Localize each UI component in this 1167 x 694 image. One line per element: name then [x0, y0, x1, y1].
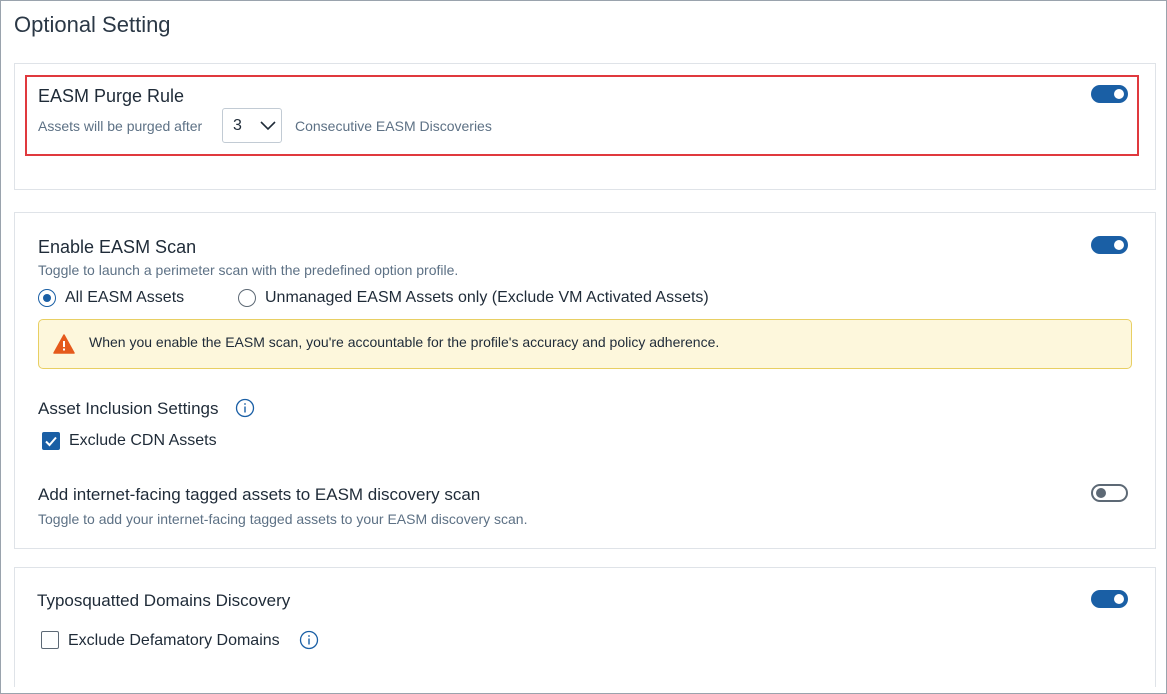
radio-button[interactable]: [38, 289, 56, 307]
typosquatted-card: [14, 567, 1156, 687]
exclude-defamatory-checkbox[interactable]: [41, 631, 59, 649]
typosquatted-toggle[interactable]: [1091, 590, 1128, 608]
page-title: Optional Setting: [14, 12, 171, 37]
purge-rule-highlight: [25, 75, 1139, 156]
info-circle-icon[interactable]: [299, 630, 319, 650]
radio-unmanaged-easm-assets[interactable]: Unmanaged EASM Assets only (Exclude VM A…: [238, 288, 709, 308]
radio-label: Unmanaged EASM Assets only (Exclude VM A…: [265, 289, 709, 306]
asset-inclusion-title: Asset Inclusion Settings: [38, 399, 219, 418]
purge-suffix-label: Consecutive EASM Discoveries: [295, 118, 492, 134]
internet-facing-toggle[interactable]: [1091, 484, 1128, 502]
easm-scan-description: Toggle to launch a perimeter scan with t…: [38, 262, 459, 278]
internet-facing-title: Add internet-facing tagged assets to EAS…: [38, 485, 481, 504]
toggle-knob: [1114, 89, 1124, 99]
purge-count-value: 3: [233, 117, 242, 134]
exclude-cdn-checkbox[interactable]: [42, 432, 60, 450]
warning-banner: When you enable the EASM scan, you're ac…: [38, 319, 1132, 369]
radio-button[interactable]: [238, 289, 256, 307]
toggle-knob: [1114, 240, 1124, 250]
purge-count-select[interactable]: 3: [222, 108, 282, 143]
typosquatted-title: Typosquatted Domains Discovery: [37, 591, 291, 610]
warning-triangle-icon: [53, 334, 75, 354]
warning-text: When you enable the EASM scan, you're ac…: [89, 334, 720, 350]
exclude-cdn-label: Exclude CDN Assets: [69, 432, 217, 449]
radio-all-easm-assets[interactable]: All EASM Assets: [38, 288, 184, 308]
easm-scan-title: Enable EASM Scan: [38, 237, 197, 257]
toggle-knob: [1114, 594, 1124, 604]
purge-rule-toggle[interactable]: [1091, 85, 1128, 103]
exclude-defamatory-label: Exclude Defamatory Domains: [68, 632, 280, 649]
toggle-knob: [1096, 488, 1106, 498]
info-circle-icon[interactable]: [235, 398, 255, 418]
internet-facing-description: Toggle to add your internet-facing tagge…: [38, 511, 528, 527]
chevron-down-icon: [260, 121, 276, 131]
easm-scan-toggle[interactable]: [1091, 236, 1128, 254]
purge-rule-title: EASM Purge Rule: [38, 86, 185, 106]
checkmark-icon: [45, 436, 57, 447]
radio-label: All EASM Assets: [65, 289, 185, 306]
purge-after-label: Assets will be purged after: [38, 118, 203, 134]
